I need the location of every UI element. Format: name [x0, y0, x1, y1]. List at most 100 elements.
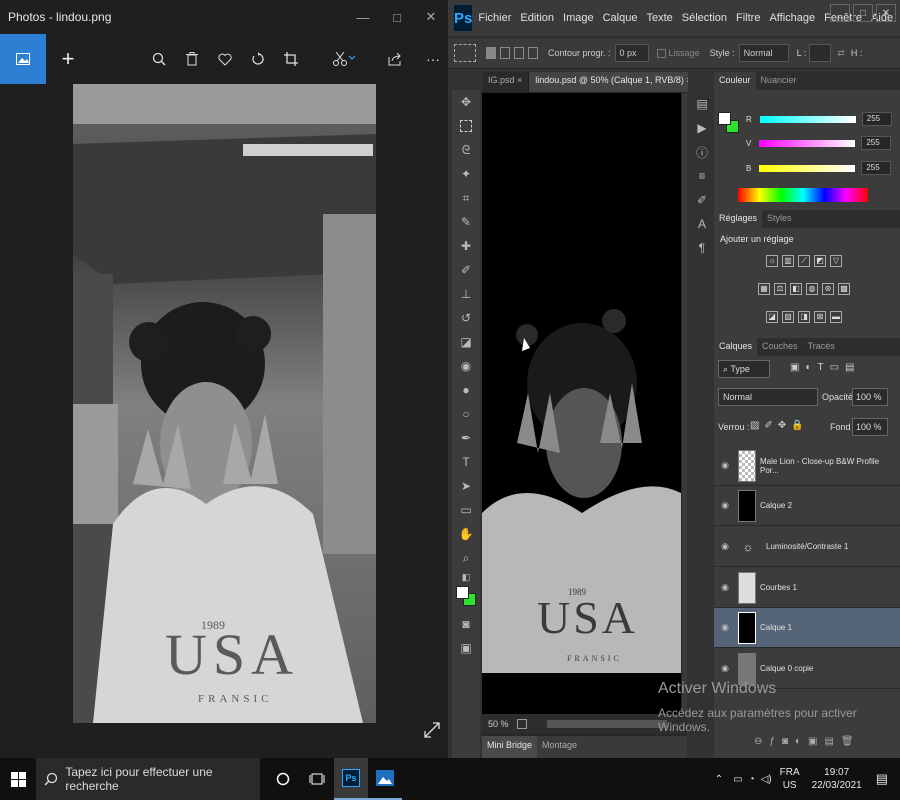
tab-calques[interactable]: Calques	[714, 338, 758, 356]
mixer-icon[interactable]: ⊛	[822, 283, 834, 295]
cortana-button[interactable]	[266, 758, 300, 800]
balance-icon[interactable]: ⚖	[774, 283, 786, 295]
color-swatches[interactable]	[452, 584, 480, 612]
pen-tool-icon[interactable]: ✒	[452, 426, 480, 450]
tab-montage[interactable]: Montage	[537, 736, 582, 758]
tab-traces[interactable]: Tracés	[803, 338, 840, 356]
tab-close-icon[interactable]: ×	[517, 75, 522, 85]
battery-icon[interactable]: ▭	[733, 774, 742, 785]
color-spectrum[interactable]	[738, 188, 868, 202]
menu-selection[interactable]: Sélection	[682, 12, 727, 24]
actions-panel-icon[interactable]: ▶	[688, 116, 716, 140]
layer-filter-select[interactable]: ⌕ Type	[718, 360, 770, 378]
menu-texte[interactable]: Texte	[646, 12, 672, 24]
brightness-icon[interactable]: ☼	[766, 255, 778, 267]
lookup-icon[interactable]: ▩	[838, 283, 850, 295]
zoom-level[interactable]: 50 %	[488, 719, 509, 729]
menu-fichier[interactable]: Fichier	[478, 12, 511, 24]
network-icon[interactable]: ◔	[749, 774, 755, 785]
eye-icon[interactable]: ◉	[714, 582, 736, 593]
marquee-tool-icon[interactable]	[452, 114, 480, 138]
maximize-button[interactable]: □	[380, 0, 414, 34]
value-b[interactable]: 255	[861, 161, 892, 175]
layer-row[interactable]: ◉ Male Lion - Close-up B&W Profile Por..…	[714, 446, 900, 486]
history-brush-icon[interactable]: ↺	[452, 306, 480, 330]
rotate-button[interactable]	[243, 34, 273, 84]
vibrance-icon[interactable]: ▽	[830, 255, 842, 267]
quick-mask-icon[interactable]: ◙	[452, 612, 480, 636]
slider-v[interactable]: V 255	[746, 136, 892, 150]
lock-icons[interactable]: ▨✐✥🔒	[750, 420, 809, 431]
layer-row[interactable]: ◉ ☼ Luminosité/Contraste 1	[714, 527, 900, 567]
menu-affichage[interactable]: Affichage	[769, 12, 815, 24]
share-button[interactable]	[380, 34, 410, 84]
selective-icon[interactable]: ⊠	[814, 311, 826, 323]
eraser-tool-icon[interactable]: ◪	[452, 330, 480, 354]
menu-calque[interactable]: Calque	[603, 12, 638, 24]
taskbar-search[interactable]: Tapez ici pour effectuer une recherche	[36, 758, 260, 800]
tab-reglages[interactable]: Réglages	[714, 210, 763, 228]
bucket-tool-icon[interactable]: ◉	[452, 354, 480, 378]
style-select[interactable]: Normal	[738, 44, 789, 62]
bw-icon[interactable]: ◧	[790, 283, 802, 295]
tray-expand-icon[interactable]: ⌃	[715, 774, 723, 785]
layer-filter-icons[interactable]: ▣◐T▭▤	[790, 362, 861, 373]
eyedropper-icon[interactable]: ✎	[452, 210, 480, 234]
tab-couches[interactable]: Couches	[757, 338, 803, 356]
eye-icon[interactable]: ◉	[714, 460, 736, 471]
notification-icon[interactable]: ▤	[876, 771, 888, 787]
tab-styles[interactable]: Styles	[762, 210, 797, 228]
foreground-color[interactable]	[456, 586, 469, 599]
hue-icon[interactable]: ▦	[758, 283, 770, 295]
more-button[interactable]: ···	[418, 34, 448, 84]
hand-tool-icon[interactable]: ✋	[452, 522, 480, 546]
minimize-button[interactable]: —	[346, 0, 380, 34]
taskbar-photos[interactable]	[368, 758, 402, 800]
ps-maximize-button[interactable]: □	[853, 4, 873, 22]
value-r[interactable]: 255	[861, 112, 892, 126]
layer-row[interactable]: ◉ Courbes 1	[714, 568, 900, 608]
swap-colors-icon[interactable]: ◧	[452, 570, 480, 584]
eye-icon[interactable]: ◉	[714, 622, 736, 633]
language-indicator[interactable]: FRA US	[780, 766, 800, 792]
properties-panel-icon[interactable]: ≡	[688, 164, 716, 188]
menu-image[interactable]: Image	[563, 12, 594, 24]
eye-icon[interactable]: ◉	[714, 663, 736, 674]
stamp-tool-icon[interactable]: ⊥	[452, 282, 480, 306]
add-button[interactable]: +	[53, 34, 83, 84]
contour-input[interactable]: 0 px	[614, 44, 649, 62]
eye-icon[interactable]: ◉	[714, 541, 736, 552]
magic-wand-icon[interactable]: ✦	[452, 162, 480, 186]
move-tool-icon[interactable]: ✥	[452, 90, 480, 114]
exposure-icon[interactable]: ◩	[814, 255, 826, 267]
zoom-button[interactable]	[144, 34, 174, 84]
screen-mode-icon[interactable]: ▣	[452, 636, 480, 660]
delete-button[interactable]	[177, 34, 207, 84]
fill-input[interactable]: 100 %	[852, 418, 888, 436]
blur-tool-icon[interactable]: ●	[452, 378, 480, 402]
slider-b[interactable]: B 255	[746, 161, 892, 175]
opacity-input[interactable]: 100 %	[852, 388, 888, 406]
ps-canvas[interactable]: USA 1989 FRANSIC	[482, 93, 681, 723]
healing-brush-icon[interactable]: ✚	[452, 234, 480, 258]
marquee-preset-icon[interactable]	[454, 44, 476, 62]
threshold-icon[interactable]: ◨	[798, 311, 810, 323]
eye-icon[interactable]: ◉	[714, 500, 736, 511]
menu-filtre[interactable]: Filtre	[736, 12, 760, 24]
selection-mode-icons[interactable]	[486, 47, 538, 59]
layer-row-selected[interactable]: ◉ Calque 1	[714, 608, 900, 648]
zoom-tool-icon[interactable]: ⌕	[452, 546, 480, 570]
l-input[interactable]	[809, 44, 832, 62]
tab-ig[interactable]: IG.psd ×	[482, 72, 530, 92]
history-panel-icon[interactable]: ▤	[688, 92, 716, 116]
dodge-tool-icon[interactable]: ○	[452, 402, 480, 426]
menu-edition[interactable]: Edition	[520, 12, 554, 24]
character-panel-icon[interactable]: A	[688, 212, 716, 236]
curves-icon[interactable]: ⟋	[798, 255, 810, 267]
canvas-scrollbar[interactable]	[682, 93, 687, 713]
path-select-icon[interactable]: ➤	[452, 474, 480, 498]
blend-mode-select[interactable]: Normal	[718, 388, 818, 406]
fullscreen-button[interactable]	[424, 722, 444, 742]
layers-footer-icons[interactable]: ⊖ƒ◙◐▣▤🗑	[754, 736, 861, 747]
tab-lindou[interactable]: lindou.psd @ 50% (Calque 1, RVB/8) ×	[529, 72, 699, 92]
